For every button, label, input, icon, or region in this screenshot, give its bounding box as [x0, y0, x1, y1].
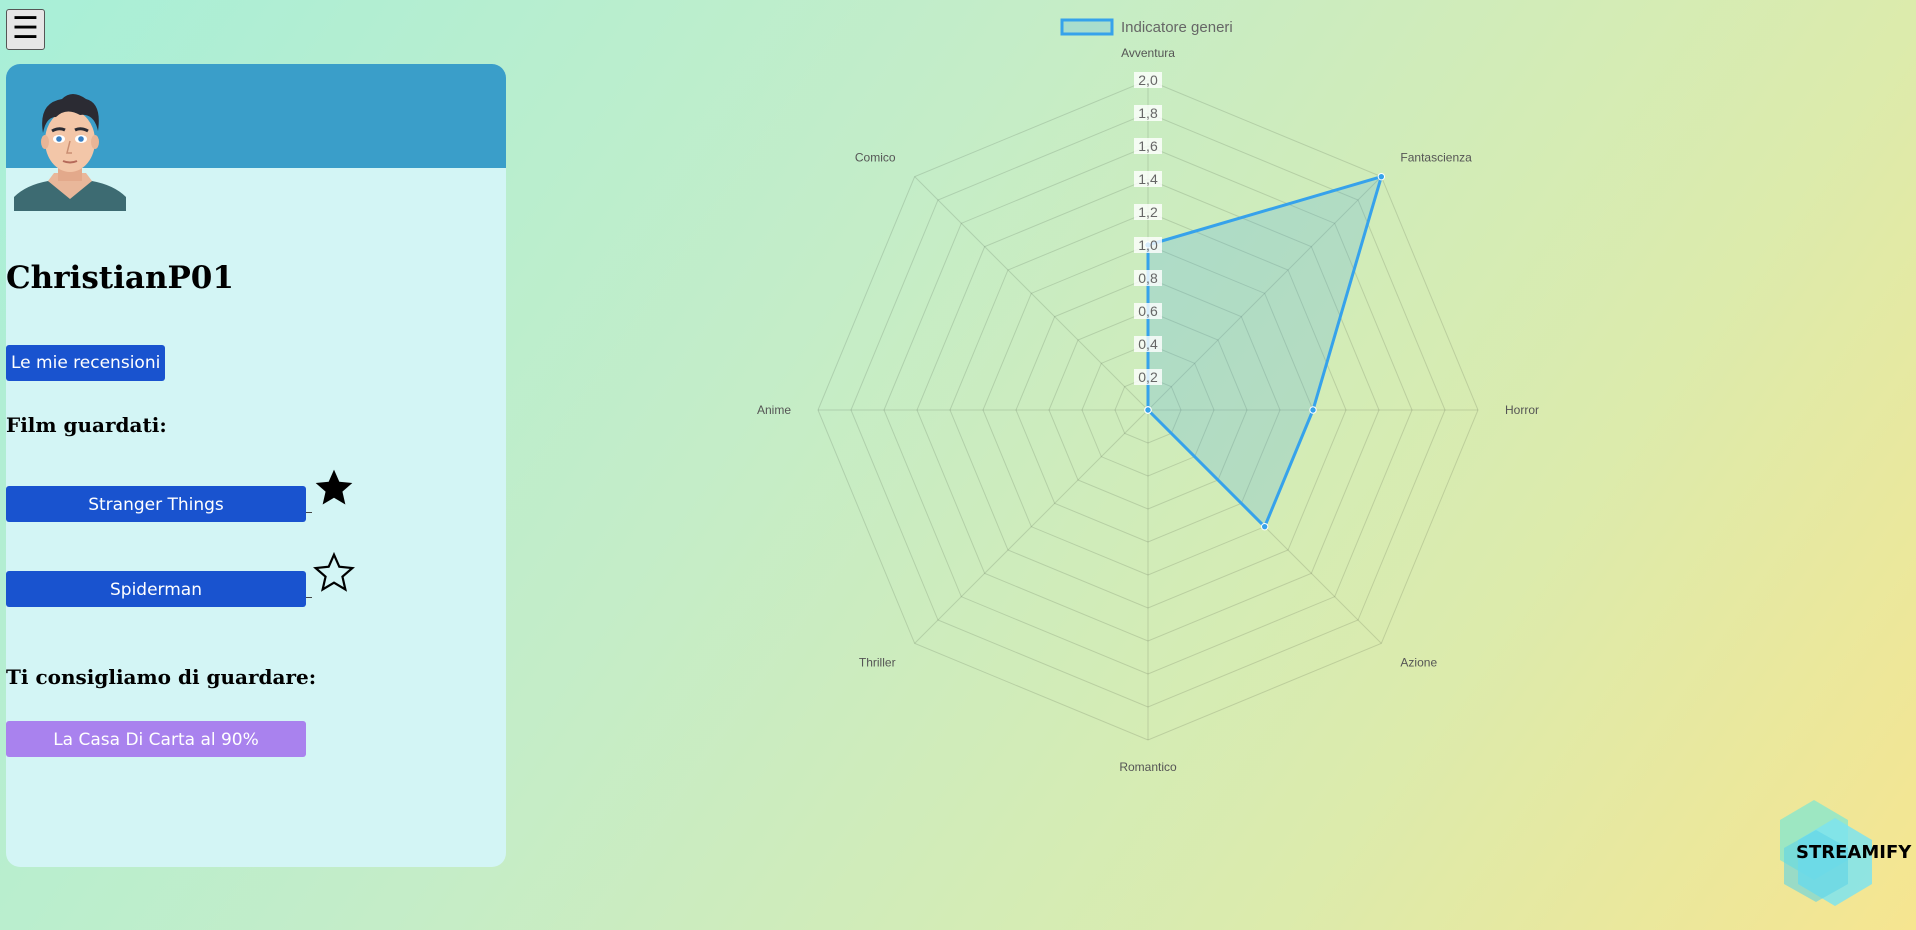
watched-film-button[interactable]: Spiderman	[6, 571, 306, 607]
radar-data-point	[1309, 406, 1317, 414]
username: ChristianP01	[6, 260, 234, 296]
radar-tick-label: 0,2	[1138, 369, 1158, 385]
radar-data-point	[1144, 406, 1152, 414]
user-avatar	[14, 94, 126, 211]
radar-category-label: Avventura	[1121, 46, 1175, 60]
radar-data-point	[1377, 172, 1386, 181]
profile-card: ChristianP01 Le mie recensioni Film guar…	[6, 64, 506, 867]
radar-tick-label: 0,6	[1138, 303, 1158, 319]
genre-radar-chart: Avventura Fantascienza Horror Azione Romanti…	[757, 18, 1539, 774]
hamburger-menu-button[interactable]: ☰	[6, 9, 45, 50]
radar-category-label: Thriller	[859, 655, 896, 669]
radar-category-label: Azione	[1400, 655, 1437, 669]
radar-series-area	[1146, 175, 1383, 529]
logo-text: STREAMIFY	[1796, 842, 1912, 863]
watched-title: Film guardati:	[6, 413, 167, 437]
radar-category-label: Comico	[855, 151, 896, 165]
radar-tick-label: 0,8	[1138, 270, 1158, 286]
streamify-logo: STREAMIFY	[1780, 800, 1912, 906]
radar-spoke	[914, 409, 1149, 644]
film-divider	[306, 512, 312, 513]
radar-category-label: Horror	[1505, 403, 1539, 417]
favorite-star-outline-icon[interactable]	[312, 551, 356, 595]
radar-tick-label: 1,8	[1138, 105, 1158, 121]
radar-category-label: Fantascienza	[1400, 151, 1472, 165]
radar-tick-label: 1,6	[1138, 138, 1158, 154]
recommend-title: Ti consigliamo di guardare:	[6, 665, 317, 689]
radar-tick-label: 0,4	[1138, 336, 1158, 352]
radar-tick-label: 2,0	[1138, 72, 1158, 88]
watched-film-button[interactable]: Stranger Things	[6, 486, 306, 522]
radar-tick-label: 1,4	[1138, 171, 1158, 187]
favorite-star-filled-icon[interactable]	[312, 466, 356, 510]
radar-category-label: Romantico	[1119, 760, 1177, 774]
radar-data-point	[1260, 522, 1269, 531]
radar-tick-label: 1,2	[1138, 204, 1158, 220]
hamburger-menu-icon: ☰	[12, 11, 39, 46]
legend-swatch	[1060, 18, 1114, 36]
legend-label: Indicatore generi	[1121, 19, 1233, 36]
radar-tick-label: 1,0	[1138, 237, 1158, 253]
film-divider	[306, 597, 312, 598]
recommended-film-button[interactable]: La Casa Di Carta al 90%	[6, 721, 306, 757]
radar-category-label: Anime	[757, 403, 791, 417]
my-reviews-button[interactable]: Le mie recensioni	[6, 345, 166, 381]
radar-spoke	[914, 176, 1149, 411]
